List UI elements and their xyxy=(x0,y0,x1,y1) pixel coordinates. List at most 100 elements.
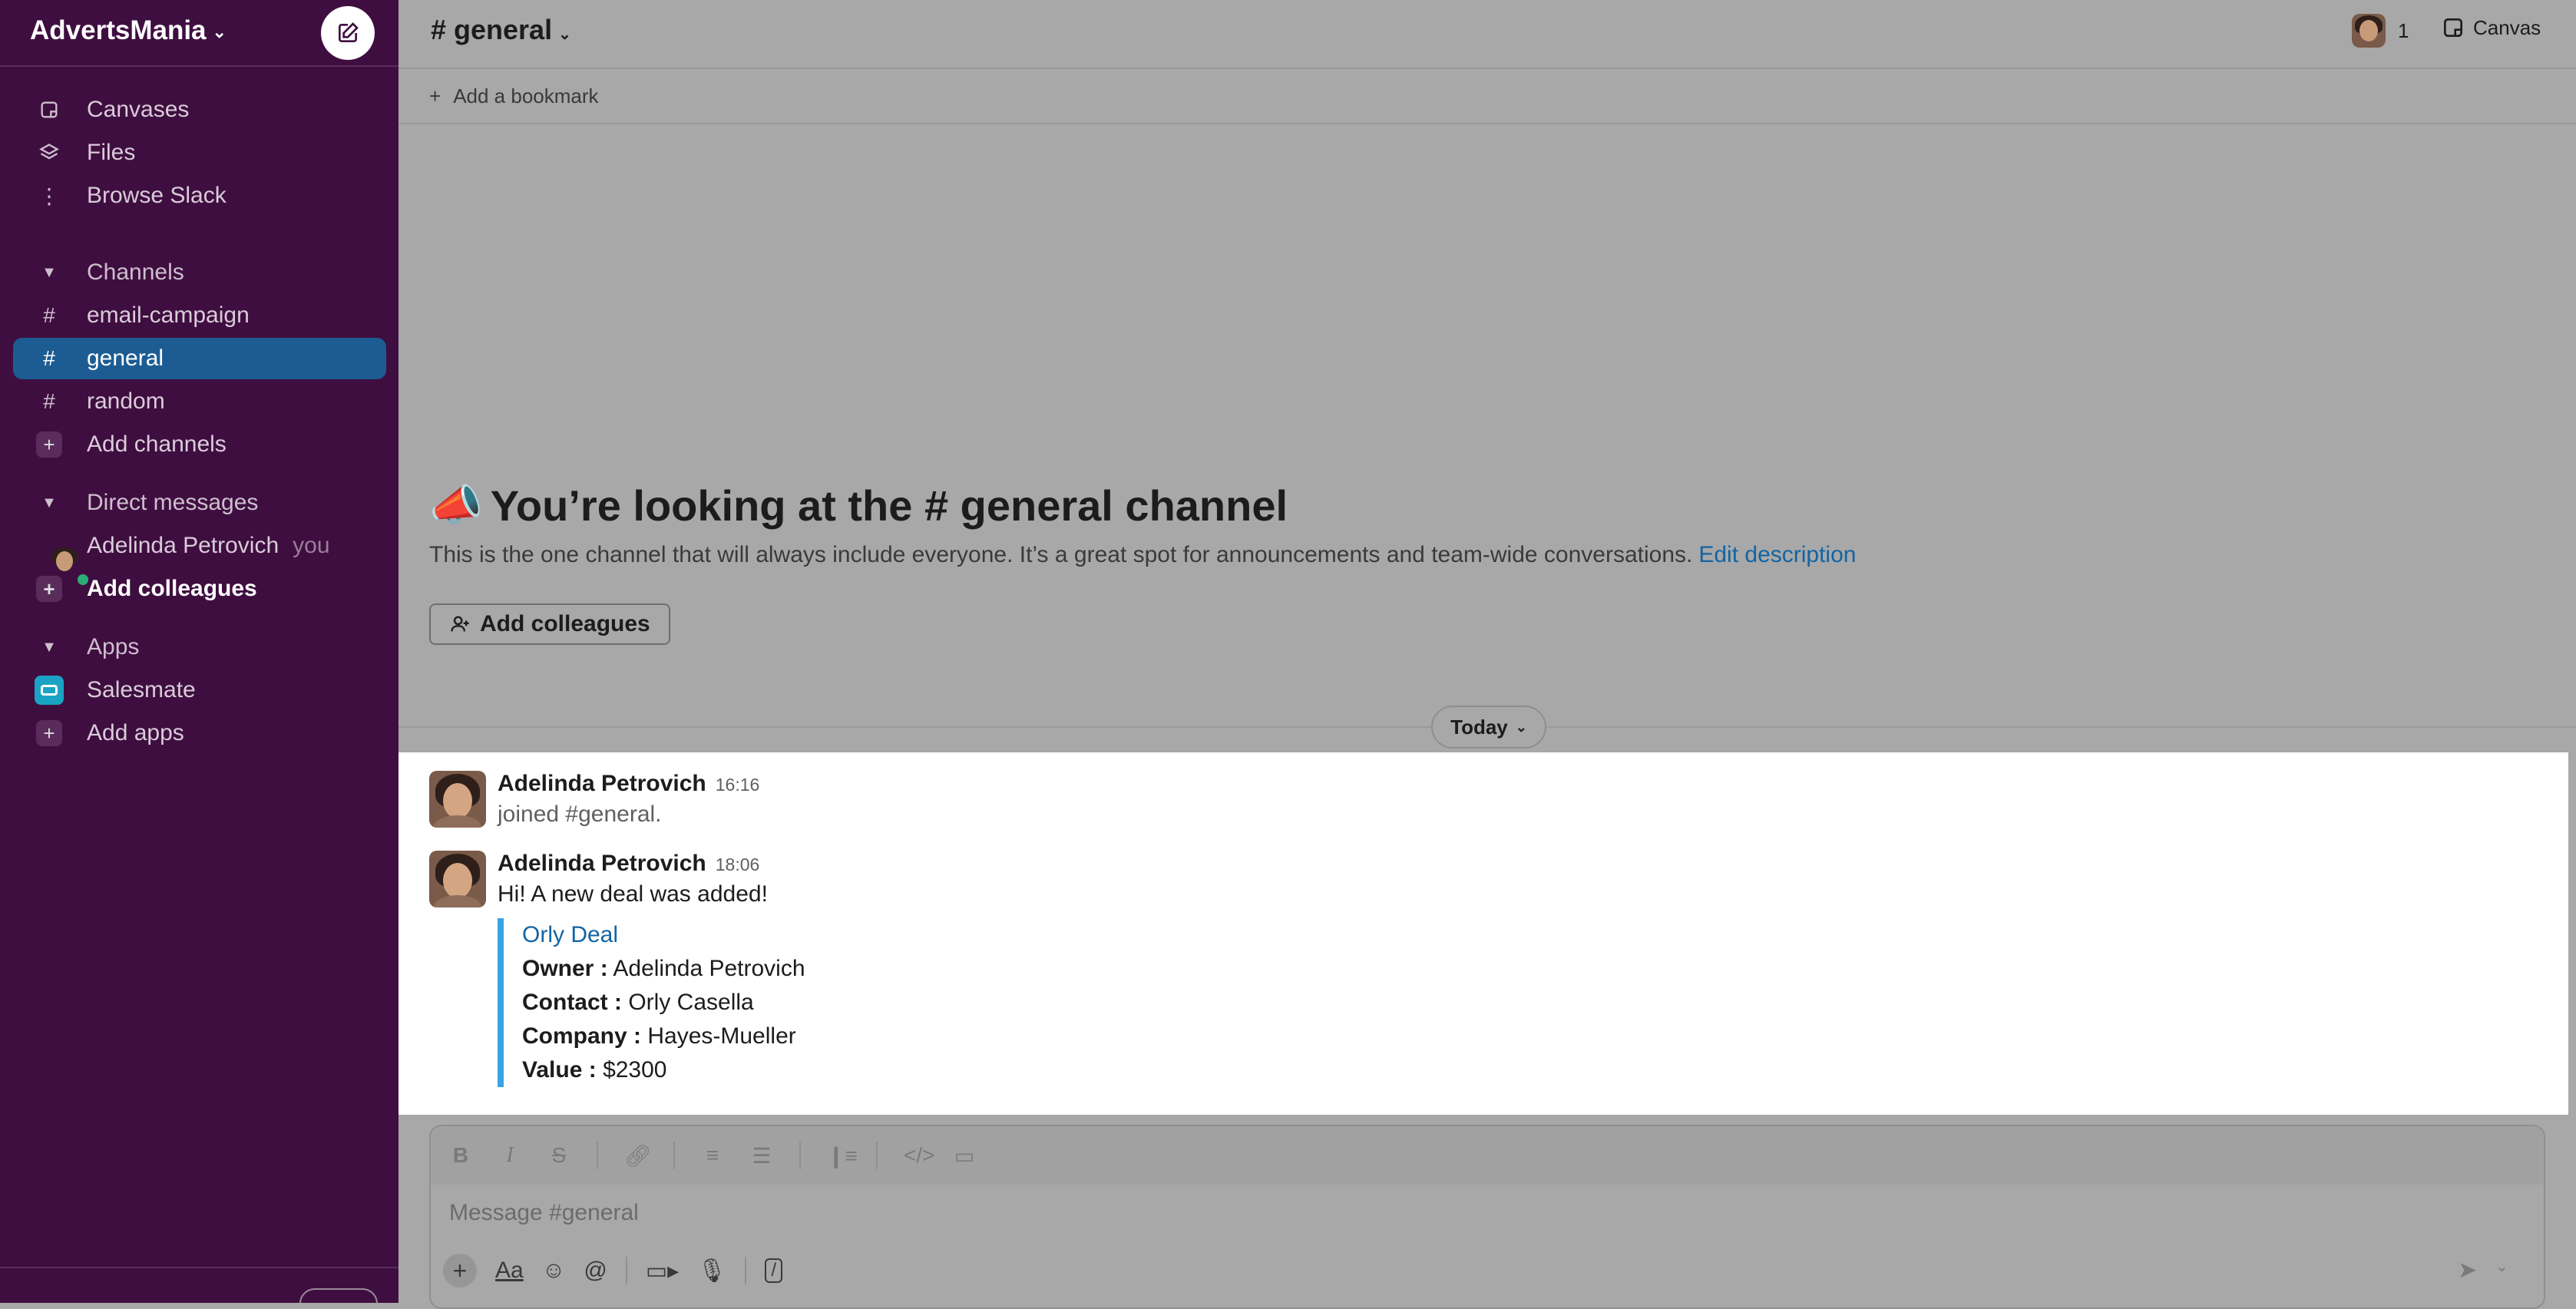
attachment-field-company: Company : Hayes-Mueller xyxy=(522,1020,2494,1053)
sidebar-item-random[interactable]: # random xyxy=(13,381,386,422)
channels-section-header[interactable]: ▼ Channels xyxy=(13,254,386,291)
caret-down-icon: ▼ xyxy=(41,263,57,281)
add-bookmark-button[interactable]: + Add a bookmark xyxy=(429,84,599,108)
files-icon xyxy=(31,142,67,164)
slash-command-icon[interactable]: / xyxy=(765,1258,782,1283)
intro-description-text: This is the one channel that will always… xyxy=(429,542,1693,567)
member-avatar xyxy=(2352,14,2386,48)
sidebar: AdvertsMania ⌄ Canvases Files ⋮ Browse Sl… xyxy=(0,0,398,1303)
hash-icon: # xyxy=(43,389,55,413)
sidebar-item-browse-slack[interactable]: ⋮ Browse Slack xyxy=(13,175,386,217)
avatar[interactable] xyxy=(429,851,486,907)
attachment-field-value: Value : $2300 xyxy=(522,1053,2494,1087)
channel-label: random xyxy=(87,388,165,414)
message-input[interactable]: Message #general xyxy=(449,1200,639,1226)
add-colleagues-button-label: Add colleagues xyxy=(480,611,650,636)
add-channels-button[interactable]: + Add channels xyxy=(13,424,386,465)
sidebar-item-dm-self[interactable]: Adelinda Petrovich you xyxy=(13,525,386,587)
message-timestamp[interactable]: 16:16 xyxy=(716,775,760,795)
bookmark-bar: + Add a bookmark xyxy=(398,69,2576,124)
ordered-list-icon[interactable]: ≡ xyxy=(701,1143,724,1168)
channel-label: general xyxy=(87,345,164,371)
send-icon[interactable]: ➤ xyxy=(2458,1257,2477,1284)
sidebar-footer xyxy=(0,1267,398,1303)
add-apps-button[interactable]: + Add apps xyxy=(13,712,386,754)
plus-icon: + xyxy=(429,84,441,107)
send-options-chevron-icon[interactable]: ⌄ xyxy=(2495,1257,2508,1284)
plus-icon: + xyxy=(36,576,62,602)
sidebar-item-general[interactable]: # general xyxy=(13,338,386,379)
mention-icon[interactable]: @ xyxy=(584,1258,607,1284)
canvas-button[interactable]: Canvas xyxy=(2441,15,2541,40)
more-icon: ⋮ xyxy=(38,183,60,208)
deal-attachment: Orly Deal Owner : Adelinda Petrovich Con… xyxy=(498,918,2494,1087)
apps-section-header[interactable]: ▼ Apps xyxy=(13,629,386,666)
date-divider-button[interactable]: Today ⌄ xyxy=(1431,706,1546,749)
hash-icon: # xyxy=(43,346,55,370)
video-icon[interactable]: ▭▸ xyxy=(646,1258,679,1284)
status-toggle[interactable] xyxy=(299,1288,378,1303)
message-author[interactable]: Adelinda Petrovich xyxy=(498,851,706,876)
channel-label: email-campaign xyxy=(87,302,250,328)
canvases-icon xyxy=(31,99,67,121)
date-label: Today xyxy=(1450,715,1508,739)
sidebar-item-email-campaign[interactable]: # email-campaign xyxy=(13,295,386,336)
blockquote-icon[interactable]: ❙≡ xyxy=(827,1143,858,1169)
link-icon[interactable]: 🔗︎ xyxy=(624,1143,652,1169)
compose-button[interactable] xyxy=(321,6,375,60)
add-colleagues-sidebar-button[interactable]: + Add colleagues xyxy=(13,568,386,610)
deal-title-link[interactable]: Orly Deal xyxy=(522,918,2494,952)
channel-header: # general ⌄ 1 Canvas xyxy=(398,0,2576,69)
code-icon[interactable]: </> xyxy=(904,1143,934,1168)
bold-icon[interactable]: B xyxy=(449,1143,472,1168)
channel-view: # general ⌄ 1 Canvas + Add a bookmark 📣 Y… xyxy=(398,0,2576,1309)
salesmate-app-icon xyxy=(35,676,64,705)
formatting-toggle-icon[interactable]: Aa xyxy=(495,1258,524,1284)
field-label: Contact : xyxy=(522,990,622,1015)
attachment-field-owner: Owner : Adelinda Petrovich xyxy=(522,952,2494,986)
bulleted-list-icon[interactable]: ☰ xyxy=(750,1143,773,1169)
message-author[interactable]: Adelinda Petrovich xyxy=(498,771,706,796)
channel-intro-description: This is the one channel that will always… xyxy=(429,542,1856,568)
members-button[interactable]: 1 xyxy=(2352,14,2409,48)
workspace-header: AdvertsMania ⌄ xyxy=(0,0,398,67)
message-composer[interactable]: B I S 🔗︎ ≡ ☰ ❙≡ </> ▭ Message #general +… xyxy=(429,1125,2545,1309)
caret-down-icon: ▼ xyxy=(41,494,57,511)
avatar[interactable] xyxy=(429,771,486,828)
send-controls: ➤ ⌄ xyxy=(2458,1257,2508,1284)
dm-user-name: Adelinda Petrovich xyxy=(87,533,279,558)
add-colleagues-button[interactable]: Add colleagues xyxy=(429,603,670,645)
microphone-icon[interactable]: 🎙︎ xyxy=(697,1258,726,1284)
dm-section-header[interactable]: ▼ Direct messages xyxy=(13,484,386,521)
strikethrough-icon[interactable]: S xyxy=(547,1143,570,1168)
attach-plus-icon[interactable]: + xyxy=(443,1254,477,1288)
member-count: 1 xyxy=(2398,18,2409,42)
workspace-switcher[interactable]: AdvertsMania ⌄ xyxy=(30,15,227,46)
add-person-icon xyxy=(451,616,469,632)
channel-title: # general xyxy=(431,14,553,45)
channel-title-button[interactable]: # general ⌄ xyxy=(431,14,571,46)
emoji-icon[interactable]: ☺ xyxy=(542,1258,566,1284)
canvas-icon xyxy=(2444,18,2462,37)
add-colleagues-label: Add colleagues xyxy=(87,576,257,601)
code-block-icon[interactable]: ▭ xyxy=(953,1143,976,1169)
section-label: Apps xyxy=(87,634,140,659)
compose-icon xyxy=(339,22,359,42)
sidebar-item-canvases[interactable]: Canvases xyxy=(13,89,386,131)
composer-actions: + Aa ☺ @ ▭▸ 🎙︎ / xyxy=(443,1254,782,1288)
section-label: Direct messages xyxy=(87,490,259,515)
plus-icon: + xyxy=(36,431,62,458)
hash-icon: # xyxy=(43,303,55,327)
sidebar-item-salesmate[interactable]: Salesmate xyxy=(13,669,386,711)
app-label: Salesmate xyxy=(87,677,196,702)
add-apps-label: Add apps xyxy=(87,720,184,745)
channel-intro-title: 📣 You’re looking at the # general channe… xyxy=(429,480,1288,531)
message-timestamp[interactable]: 18:06 xyxy=(716,854,760,874)
field-value: Adelinda Petrovich xyxy=(613,956,805,981)
italic-icon[interactable]: I xyxy=(498,1143,521,1168)
field-value: Orly Casella xyxy=(628,990,754,1015)
workspace-name: AdvertsMania xyxy=(30,15,207,45)
edit-description-link[interactable]: Edit description xyxy=(1698,542,1856,567)
field-label: Owner : xyxy=(522,956,608,981)
sidebar-item-files[interactable]: Files xyxy=(13,132,386,174)
